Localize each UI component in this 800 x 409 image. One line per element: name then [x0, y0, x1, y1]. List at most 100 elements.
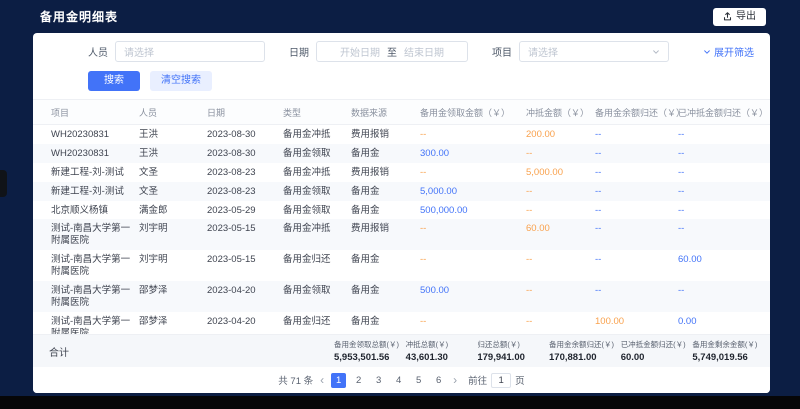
goto-page-input[interactable]: 1	[491, 373, 511, 388]
page-button-5[interactable]: 5	[411, 373, 426, 388]
export-button[interactable]: 导出	[713, 8, 766, 26]
person-filter: 人员 请选择	[88, 41, 265, 62]
goto-label: 前往	[468, 373, 487, 387]
table-cell: 0.00	[676, 312, 764, 334]
date-range-picker[interactable]: 开始日期 至 结束日期	[316, 41, 468, 62]
table-cell: 2023-04-20	[205, 312, 281, 334]
date-start-placeholder: 开始日期	[340, 44, 380, 59]
filter-bar: 人员 请选择 日期 开始日期 至 结束日期 项目 请选择	[33, 33, 770, 65]
table-cell: 备用金归还	[281, 250, 349, 281]
column-header: 日期	[205, 100, 281, 124]
summary-item-value: 5,749,019.56	[692, 352, 761, 363]
table-cell: 2023-05-29	[205, 201, 281, 220]
pagination-total: 共 71 条	[278, 373, 313, 387]
table-row: 新建工程-刘-测试文圣2023-08-23备用金领取备用金5,000.00---…	[33, 182, 770, 201]
table-cell: 备用金	[349, 201, 418, 220]
column-header: 已冲抵金额归还（￥）	[676, 100, 770, 124]
table-cell: 费用报销	[349, 219, 418, 250]
person-select[interactable]: 请选择	[115, 41, 265, 62]
page-buttons: 123456	[331, 373, 446, 388]
goto-suffix: 页	[515, 373, 525, 387]
page-button-3[interactable]: 3	[371, 373, 386, 388]
column-header: 人员	[137, 100, 205, 124]
table-cell: --	[593, 250, 676, 281]
taskbar-strip	[0, 396, 800, 409]
table-cell: 新建工程-刘-测试	[49, 182, 137, 201]
table-row: WH20230831王洪2023-08-30备用金领取备用金300.00----…	[33, 144, 770, 163]
summary-item-label: 归还总额(￥)	[477, 339, 546, 350]
action-bar: 搜索 清空搜索	[33, 65, 770, 99]
summary-item-label: 已冲抵金额归还(￥)	[621, 339, 690, 350]
column-header: 项目	[49, 100, 137, 124]
summary-item-value: 43,601.30	[406, 352, 475, 363]
table-cell: 300.00	[418, 144, 524, 163]
table-cell: 备用金	[349, 281, 418, 312]
export-icon	[723, 12, 732, 21]
date-end-placeholder: 结束日期	[404, 44, 444, 59]
table-body[interactable]: WH20230831王洪2023-08-30备用金冲抵费用报销--200.00-…	[33, 125, 770, 334]
page-button-4[interactable]: 4	[391, 373, 406, 388]
column-header: 数据来源	[349, 100, 418, 124]
table-cell: 文圣	[137, 182, 205, 201]
summary-item: 备用金余额归还(￥)170,881.00	[549, 339, 621, 363]
expand-filter-link[interactable]: 展开筛选	[703, 44, 754, 59]
table-cell: 测试-南昌大学第一附属医院	[49, 219, 137, 250]
summary-item: 归还总额(￥)179,941.00	[477, 339, 549, 363]
table-cell: --	[593, 144, 676, 163]
person-filter-label: 人员	[88, 44, 108, 59]
table-cell: --	[524, 281, 593, 312]
table-cell: WH20230831	[49, 125, 137, 144]
table-cell: 2023-05-15	[205, 250, 281, 281]
next-page-button[interactable]: ›	[453, 374, 457, 386]
summary-item: 备用金剩余金额(￥)5,749,019.56	[692, 339, 764, 363]
search-button[interactable]: 搜索	[88, 71, 140, 91]
table-cell: 2023-08-30	[205, 144, 281, 163]
table-cell: 王洪	[137, 125, 205, 144]
person-select-placeholder: 请选择	[124, 44, 154, 59]
page-button-2[interactable]: 2	[351, 373, 366, 388]
table-cell: --	[676, 125, 764, 144]
table-cell: --	[418, 219, 524, 250]
table-row: 测试-南昌大学第一附属医院邵梦泽2023-04-20备用金领取备用金500.00…	[33, 281, 770, 312]
table-cell: --	[593, 182, 676, 201]
table-row: 新建工程-刘-测试文圣2023-08-23备用金冲抵费用报销--5,000.00…	[33, 163, 770, 182]
table-cell: 2023-05-15	[205, 219, 281, 250]
table-cell: --	[676, 219, 764, 250]
table-cell: 王洪	[137, 144, 205, 163]
table-cell: 2023-08-30	[205, 125, 281, 144]
drawer-handle[interactable]	[0, 170, 7, 197]
summary-item-value: 5,953,501.56	[334, 352, 403, 363]
table-row: 测试-南昌大学第一附属医院邵梦泽2023-04-20备用金归还备用金----10…	[33, 312, 770, 334]
summary-item-label: 冲抵总额(￥)	[406, 339, 475, 350]
chevron-down-icon	[703, 48, 711, 56]
project-select[interactable]: 请选择	[519, 41, 669, 62]
export-label: 导出	[736, 12, 756, 22]
table-cell: 60.00	[524, 219, 593, 250]
table-cell: 5,000.00	[418, 182, 524, 201]
summary-row: 合计 备用金领取总额(￥)5,953,501.56冲抵总额(￥)43,601.3…	[33, 334, 770, 367]
table-cell: 测试-南昌大学第一附属医院	[49, 281, 137, 312]
table-cell: --	[676, 281, 764, 312]
date-filter: 日期 开始日期 至 结束日期	[289, 41, 468, 62]
table-cell: --	[418, 163, 524, 182]
table-cell: 满金郎	[137, 201, 205, 220]
page-header: 备用金明细表 导出	[0, 0, 800, 33]
table-cell: 备用金领取	[281, 144, 349, 163]
table-cell: 刘宇明	[137, 250, 205, 281]
table-cell: --	[593, 281, 676, 312]
project-filter: 项目 请选择	[492, 41, 669, 62]
project-filter-label: 项目	[492, 44, 512, 59]
prev-page-button[interactable]: ‹	[320, 374, 324, 386]
page-button-6[interactable]: 6	[431, 373, 446, 388]
page-button-1[interactable]: 1	[331, 373, 346, 388]
table-cell: 60.00	[676, 250, 764, 281]
column-header: 备用金余额归还（￥）	[593, 100, 676, 124]
table-cell: 新建工程-刘-测试	[49, 163, 137, 182]
table-row: 测试-南昌大学第一附属医院刘宇明2023-05-15备用金冲抵费用报销--60.…	[33, 219, 770, 250]
table-cell: 备用金领取	[281, 281, 349, 312]
table-cell: --	[418, 125, 524, 144]
table-row: 测试-南昌大学第一附属医院刘宇明2023-05-15备用金归还备用金------…	[33, 250, 770, 281]
chevron-down-icon	[652, 48, 660, 56]
clear-search-button[interactable]: 清空搜索	[150, 71, 212, 91]
page-title: 备用金明细表	[40, 8, 118, 25]
